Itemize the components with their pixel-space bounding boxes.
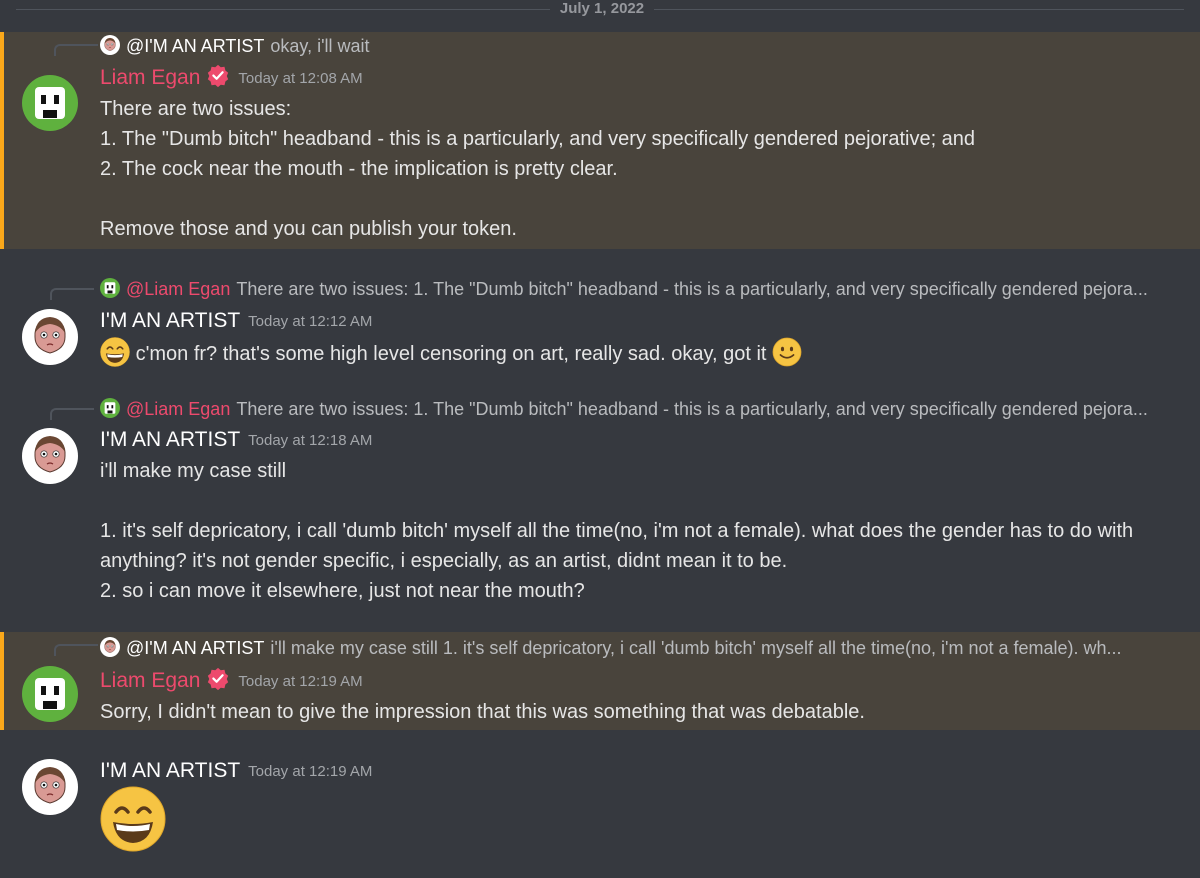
avatar[interactable] — [22, 75, 78, 131]
message-content: c'mon fr? that's some high level censori… — [100, 337, 1180, 369]
liam-avatar-mini — [100, 398, 120, 418]
message-line: 2. so i can move it elsewhere, just not … — [100, 580, 585, 602]
username[interactable]: I'M AN ARTIST — [100, 428, 240, 451]
username[interactable]: I'M AN ARTIST — [100, 309, 240, 332]
message-line: Remove those and you can publish your to… — [100, 218, 517, 240]
reply-preview-text[interactable]: There are two issues: 1. The "Dumb bitch… — [236, 399, 1148, 419]
grinning-emoji — [100, 786, 166, 852]
divider-line-left — [16, 9, 550, 10]
reply-preview[interactable]: @Liam Egan There are two issues: 1. The "… — [100, 397, 1148, 421]
message-liam-egan-1[interactable]: @I'M AN ARTIST okay, i'll wait Liam Egan T… — [0, 32, 1200, 249]
message-line — [100, 184, 1180, 214]
liam-avatar-mini — [100, 278, 120, 298]
reply-mention[interactable]: @Liam Egan — [126, 279, 230, 299]
message-text: c'mon fr? that's some high level censori… — [135, 343, 767, 365]
date-divider-label: July 1, 2022 — [559, 0, 645, 17]
slightly-smiling-emoji — [772, 337, 802, 367]
reply-preview[interactable]: @I'M AN ARTIST i'll make my case still 1.… — [100, 636, 1122, 660]
message-content: There are two issues: 1. The "Dumb bitch… — [100, 94, 1180, 244]
divider-line-right — [654, 9, 1184, 10]
message-liam-egan-2[interactable]: @I'M AN ARTIST i'll make my case still 1.… — [0, 632, 1200, 730]
avatar[interactable] — [22, 666, 78, 722]
timestamp[interactable]: Today at 12:19 AM — [248, 763, 372, 780]
message-line — [100, 486, 1170, 516]
username[interactable]: Liam Egan — [100, 66, 200, 89]
message-header: I'M AN ARTIST Today at 12:19 AM — [100, 757, 372, 785]
message-header: Liam Egan Today at 12:19 AM — [100, 667, 363, 695]
verified-badge-icon — [207, 64, 230, 88]
reply-preview[interactable]: @I'M AN ARTIST okay, i'll wait — [100, 34, 370, 58]
reply-spine — [50, 288, 94, 300]
message-header: I'M AN ARTIST Today at 12:12 AM — [100, 307, 372, 335]
message-line: There are two issues: — [100, 98, 292, 120]
timestamp[interactable]: Today at 12:18 AM — [248, 432, 372, 449]
artist-avatar-mini — [100, 637, 120, 657]
reply-spine — [50, 408, 94, 420]
avatar[interactable] — [22, 759, 78, 815]
reply-preview-text[interactable]: There are two issues: 1. The "Dumb bitch… — [236, 279, 1148, 299]
chat-messages: July 1, 2022 @I'M AN ARTIST okay, i'll wa… — [0, 0, 1200, 878]
timestamp[interactable]: Today at 12:19 AM — [238, 673, 362, 690]
reply-mention[interactable]: @I'M AN ARTIST — [126, 36, 264, 56]
grinning-emoji — [100, 337, 130, 367]
message-header: Liam Egan Today at 12:08 AM — [100, 64, 363, 92]
verified-badge-icon — [207, 667, 230, 691]
message-line: 1. The "Dumb bitch" headband - this is a… — [100, 128, 976, 150]
message-content: Sorry, I didn't mean to give the impress… — [100, 697, 1180, 727]
message-line: i'll make my case still — [100, 460, 287, 482]
reply-spine — [54, 44, 98, 56]
message-artist-1[interactable]: @Liam Egan There are two issues: 1. The "… — [0, 276, 1200, 376]
message-line: 2. The cock near the mouth - the implica… — [100, 158, 618, 180]
timestamp[interactable]: Today at 12:12 AM — [248, 313, 372, 330]
reply-preview-text[interactable]: i'll make my case still 1. it's self dep… — [270, 638, 1121, 658]
avatar[interactable] — [22, 309, 78, 365]
username[interactable]: Liam Egan — [100, 669, 200, 692]
message-text: Sorry, I didn't mean to give the impress… — [100, 701, 865, 723]
reply-mention[interactable]: @Liam Egan — [126, 399, 230, 419]
message-content — [100, 786, 1180, 852]
reply-preview-text[interactable]: okay, i'll wait — [270, 36, 369, 56]
reply-spine — [54, 644, 98, 656]
message-line: 1. it's self depricatory, i call 'dumb b… — [100, 520, 1134, 572]
username[interactable]: I'M AN ARTIST — [100, 759, 240, 782]
reply-preview[interactable]: @Liam Egan There are two issues: 1. The "… — [100, 277, 1148, 301]
artist-avatar-mini — [100, 35, 120, 55]
date-divider: July 1, 2022 — [0, 0, 1200, 20]
message-artist-2[interactable]: @Liam Egan There are two issues: 1. The "… — [0, 396, 1200, 616]
message-content: i'll make my case still 1. it's self dep… — [100, 456, 1170, 606]
message-header: I'M AN ARTIST Today at 12:18 AM — [100, 426, 372, 454]
timestamp[interactable]: Today at 12:08 AM — [238, 70, 362, 87]
message-artist-3[interactable]: I'M AN ARTIST Today at 12:19 AM — [0, 756, 1200, 878]
reply-mention[interactable]: @I'M AN ARTIST — [126, 638, 264, 658]
avatar[interactable] — [22, 428, 78, 484]
